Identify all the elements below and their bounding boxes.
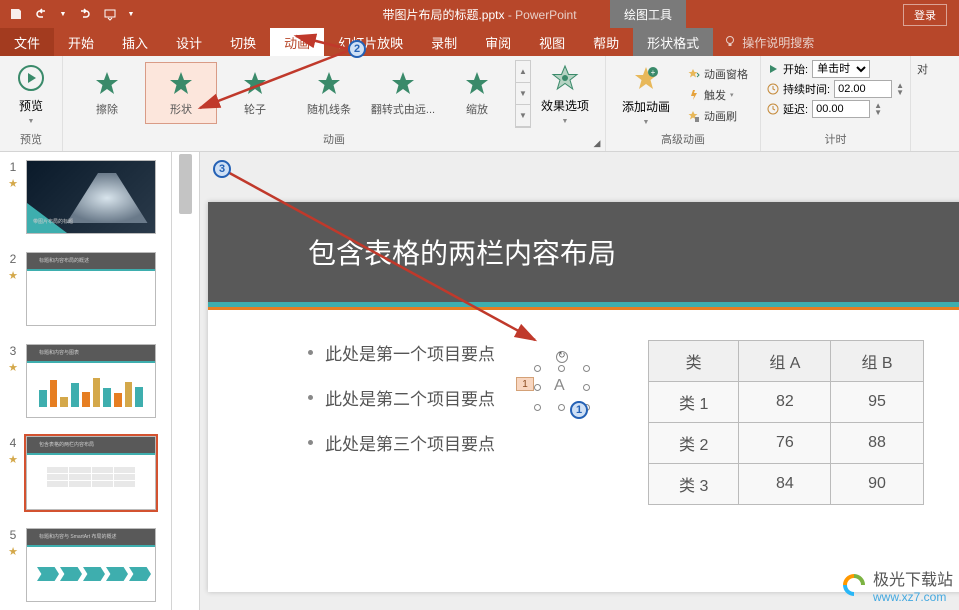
add-animation-icon: + [631, 64, 661, 94]
animation-painter-button[interactable]: 动画刷 [686, 107, 748, 125]
content-table[interactable]: 类组 A组 B 类 18295 类 27688 类 38490 [648, 340, 924, 505]
login-button[interactable]: 登录 [903, 4, 947, 26]
table-row: 类 27688 [649, 423, 924, 464]
tab-help[interactable]: 帮助 [579, 28, 633, 56]
table-header: 类组 A组 B [649, 341, 924, 382]
table-row: 类 38490 [649, 464, 924, 505]
anim-wipe[interactable]: 擦除 [71, 62, 143, 124]
group-animation: 擦除 形状 轮子 随机线条 翻转式由远... [63, 56, 606, 151]
thumb-4[interactable]: 4★ 包含表格的两栏内容布局 [0, 432, 171, 524]
slide-title-text[interactable]: 包含表格的两栏内容布局 [308, 232, 616, 272]
thumb-3[interactable]: 3★ 标题和内容与图表 [0, 340, 171, 432]
tab-insert[interactable]: 插入 [108, 28, 162, 56]
title-bar: ▼ ▼ 带图片布局的标题.pptx - PowerPoint 绘图工具 登录 [0, 0, 959, 28]
marker-3: 3 [213, 160, 231, 178]
thumb-1[interactable]: 1★ 带图片布局的标题 [0, 156, 171, 248]
anim-wheel[interactable]: 轮子 [219, 62, 291, 124]
group-preview: 预览 ▼ 预览 [0, 56, 63, 151]
start-slideshow-button[interactable] [100, 4, 120, 24]
gallery-down[interactable]: ▼ [516, 83, 530, 105]
marker-1: 1 [570, 401, 588, 419]
tab-transitions[interactable]: 切换 [216, 28, 270, 56]
context-tab-label: 绘图工具 [610, 0, 686, 28]
tell-me-search[interactable]: 操作说明搜索 [723, 28, 814, 56]
tab-record[interactable]: 录制 [417, 28, 471, 56]
accent-bar [208, 302, 959, 310]
slide-editor[interactable]: 包含表格的两栏内容布局 此处是第一个项目要点 此处是第二个项目要点 此处是第三个… [200, 152, 959, 610]
animation-pane-button[interactable]: 动画窗格 [686, 65, 748, 83]
window-title: 带图片布局的标题.pptx - PowerPoint [382, 6, 576, 23]
play-icon [767, 63, 779, 75]
tab-home[interactable]: 开始 [54, 28, 108, 56]
group-timing: 开始: 单击时 持续时间: ▲▼ 延迟: ▲▼ 计时 [761, 56, 911, 151]
main-area: 1★ 带图片布局的标题 2★ 标题和内容布局的概述 3★ 标题和内容与图表 4★… [0, 152, 959, 610]
anim-zoom[interactable]: 缩放 [441, 62, 513, 124]
tab-file[interactable]: 文件 [0, 28, 54, 56]
anim-pane-icon [686, 67, 700, 81]
group-advanced-animation: + 添加动画 ▼ 动画窗格 触发 ▾ 动画刷 高级动画 [606, 56, 761, 151]
preview-icon [16, 63, 46, 93]
reorder-button[interactable]: 对 [917, 60, 928, 78]
anim-random-bars[interactable]: 随机线条 [293, 62, 365, 124]
rotate-handle[interactable] [556, 351, 568, 363]
bulb-icon [723, 35, 737, 49]
quick-access-toolbar: ▼ ▼ [0, 4, 142, 24]
svg-text:+: + [651, 68, 656, 77]
trigger-icon [686, 88, 700, 102]
tab-view[interactable]: 视图 [525, 28, 579, 56]
tab-animations[interactable]: 动画 [270, 28, 324, 56]
watermark-logo [841, 572, 867, 598]
add-animation-button[interactable]: + 添加动画 ▼ [612, 60, 680, 129]
vertical-scrollbar-area[interactable] [172, 152, 200, 610]
save-button[interactable] [6, 4, 26, 24]
redo-button[interactable] [74, 4, 94, 24]
ribbon-tabs: 文件 开始 插入 设计 切换 动画 幻灯片放映 录制 审阅 视图 帮助 形状格式… [0, 28, 959, 56]
slide-title-bar: 包含表格的两栏内容布局 [208, 202, 959, 302]
gallery-up[interactable]: ▲ [516, 61, 530, 83]
thumb-2[interactable]: 2★ 标题和内容布局的概述 [0, 248, 171, 340]
duration-icon [767, 83, 779, 95]
anim-shape[interactable]: 形状 [145, 62, 217, 124]
tab-shape-format[interactable]: 形状格式 [633, 28, 713, 56]
preview-button[interactable]: 预览 ▼ [6, 60, 56, 128]
gallery-scroll[interactable]: ▲ ▼ ▼ [515, 60, 531, 128]
tab-review[interactable]: 审阅 [471, 28, 525, 56]
thumb-5[interactable]: 5★ 标题和内容与 SmartArt 布局的概述 [0, 524, 171, 610]
painter-icon [686, 109, 700, 123]
tab-slideshow[interactable]: 幻灯片放映 [324, 28, 417, 56]
qat-customize[interactable]: ▼ [126, 4, 136, 24]
trigger-button[interactable]: 触发 ▾ [686, 86, 748, 104]
animation-gallery[interactable]: 擦除 形状 轮子 随机线条 翻转式由远... [69, 60, 515, 128]
ribbon: 预览 ▼ 预览 擦除 形状 轮子 [0, 56, 959, 152]
bullet-3: 此处是第三个项目要点 [308, 430, 608, 455]
effect-options-icon [550, 63, 580, 93]
marker-2: 2 [348, 40, 366, 58]
effect-options-button[interactable]: 效果选项 ▼ [531, 60, 599, 128]
watermark: 极光下载站 www.xz7.com [841, 566, 953, 604]
animation-order-tag[interactable]: 1 [516, 377, 534, 391]
start-select[interactable]: 单击时 [812, 60, 870, 78]
delay-input[interactable] [812, 100, 870, 118]
gallery-more[interactable]: ▼ [516, 105, 530, 127]
group-reorder: 对 [911, 56, 934, 151]
slide-thumbnail-panel: 1★ 带图片布局的标题 2★ 标题和内容布局的概述 3★ 标题和内容与图表 4★… [0, 152, 172, 610]
undo-dropdown[interactable]: ▼ [58, 4, 68, 24]
slide-canvas: 包含表格的两栏内容布局 此处是第一个项目要点 此处是第二个项目要点 此处是第三个… [208, 202, 959, 592]
undo-button[interactable] [32, 4, 52, 24]
shape-text: A [554, 377, 565, 395]
duration-input[interactable] [834, 80, 892, 98]
delay-icon [767, 103, 779, 115]
tab-design[interactable]: 设计 [162, 28, 216, 56]
anim-flip[interactable]: 翻转式由远... [367, 62, 439, 124]
table-row: 类 18295 [649, 382, 924, 423]
animation-dialog-launcher[interactable]: ◢ [591, 137, 603, 149]
